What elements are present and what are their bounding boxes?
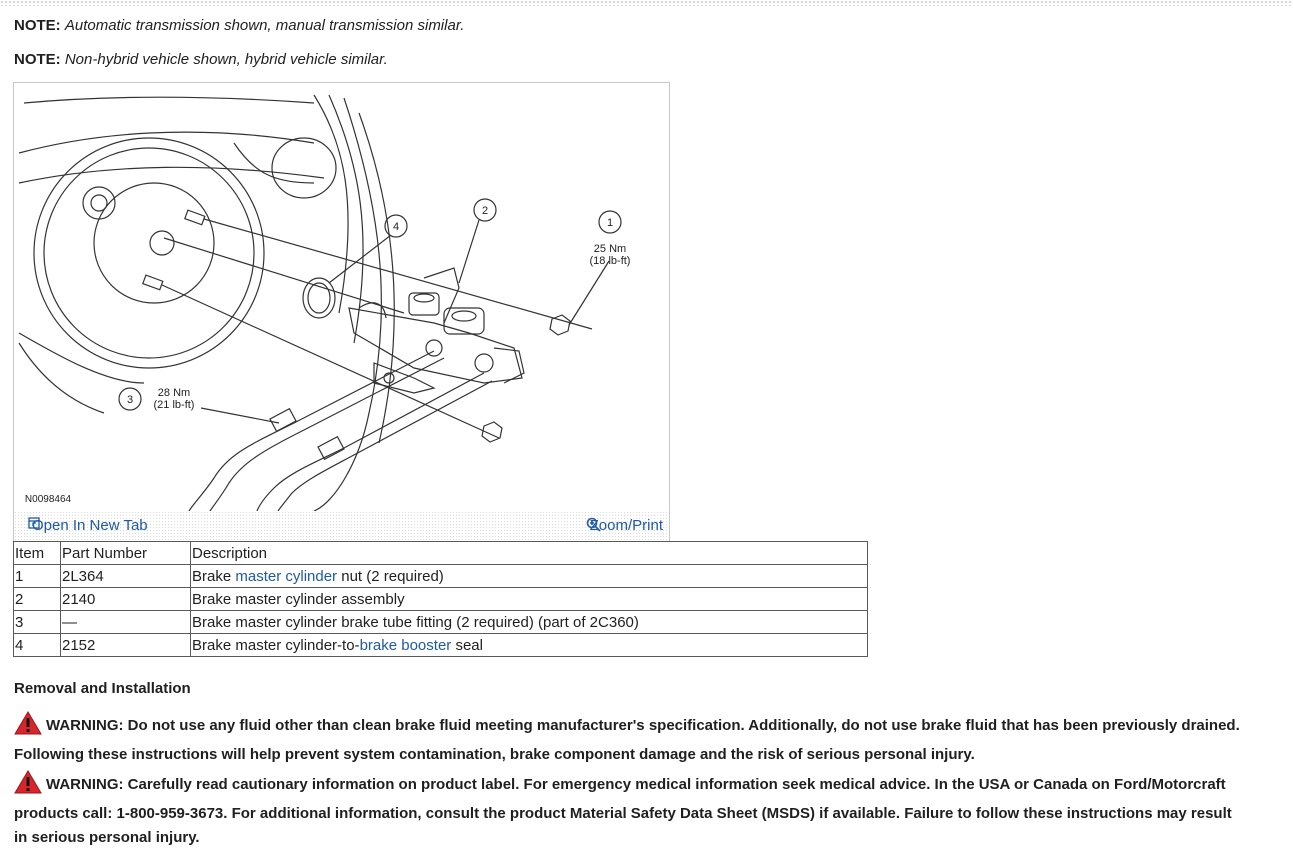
- description-text: Brake master cylinder assembly: [192, 590, 405, 608]
- torque-1-lbft: (18 lb-ft): [590, 255, 631, 267]
- brake-booster-link[interactable]: brake booster: [360, 637, 452, 654]
- item-cell: 3: [13, 610, 61, 634]
- item-cell: 2: [13, 587, 61, 611]
- note-text: Automatic transmission shown, manual tra…: [64, 17, 465, 34]
- callout-2: 2: [482, 205, 488, 217]
- warning-text: WARNING: Carefully read cautionary infor…: [14, 776, 1232, 846]
- torque-3-lbft: (21 lb-ft): [154, 399, 195, 411]
- note-label: NOTE:: [14, 51, 61, 68]
- warning-msds: WARNING: Carefully read cautionary infor…: [14, 770, 1244, 850]
- description-text: Brake master cylinder brake tube fitting…: [192, 613, 639, 631]
- zoom-print-link[interactable]: Zoom/Print: [586, 517, 663, 534]
- callout-4: 4: [393, 221, 399, 233]
- warning-triangle-icon: [14, 770, 42, 802]
- master-cylinder-illustration: 1 2 4 3 25 Nm (18 lb-ft) 28 Nm (21 lb-ft…: [13, 82, 670, 542]
- figure-id: N0098464: [25, 494, 72, 505]
- description-cell: Brake master cylinder-to-brake booster s…: [190, 633, 868, 657]
- description-cell: Brake master cylinder nut (2 required): [190, 564, 868, 588]
- exploded-view-drawing: 1 2 4 3 25 Nm (18 lb-ft) 28 Nm (21 lb-ft…: [18, 94, 631, 511]
- parts-table: Item Part Number Description 1 2L364 Bra…: [13, 541, 868, 657]
- warning-fluid: WARNING: Do not use any fluid other than…: [14, 711, 1244, 767]
- part-number-cell: —: [60, 610, 191, 634]
- note-label: NOTE:: [14, 17, 61, 34]
- item-cell: 1: [13, 564, 61, 588]
- figure-toolbar: Open In New Tab Zoom/Print: [14, 511, 669, 541]
- torque-3-nm: 28 Nm: [158, 387, 190, 399]
- table-header-row: Item Part Number Description: [13, 541, 868, 565]
- header-part-number: Part Number: [60, 541, 191, 565]
- note-transmission: NOTE: Automatic transmission shown, manu…: [14, 17, 464, 34]
- description-text: seal: [451, 636, 483, 654]
- zoom-print-label: Zoom/Print: [589, 517, 663, 534]
- description-text: Brake: [192, 567, 236, 585]
- note-text: Non-hybrid vehicle shown, hybrid vehicle…: [64, 51, 388, 68]
- section-heading: Removal and Installation: [14, 680, 191, 697]
- part-number-cell: 2140: [60, 587, 191, 611]
- description-cell: Brake master cylinder brake tube fitting…: [190, 610, 868, 634]
- master-cylinder-link[interactable]: master cylinder: [235, 568, 337, 585]
- warning-text: WARNING: Do not use any fluid other than…: [14, 717, 1240, 763]
- torque-1-nm: 25 Nm: [594, 243, 626, 255]
- open-in-new-tab-label: Open In New Tab: [32, 517, 148, 534]
- note-hybrid: NOTE: Non-hybrid vehicle shown, hybrid v…: [14, 51, 388, 68]
- header-item: Item: [13, 541, 61, 565]
- top-dotted-border: [0, 0, 1293, 6]
- table-row: 4 2152 Brake master cylinder-to-brake bo…: [13, 633, 868, 657]
- description-text: Brake master cylinder-to-: [192, 636, 360, 654]
- callout-3: 3: [127, 394, 133, 406]
- description-cell: Brake master cylinder assembly: [190, 587, 868, 611]
- description-text: nut (2 required): [337, 567, 444, 585]
- table-row: 2 2140 Brake master cylinder assembly: [13, 587, 868, 611]
- table-row: 1 2L364 Brake master cylinder nut (2 req…: [13, 564, 868, 588]
- callout-1: 1: [607, 217, 613, 229]
- open-in-new-tab-link[interactable]: Open In New Tab: [28, 517, 148, 534]
- item-cell: 4: [13, 633, 61, 657]
- table-row: 3 — Brake master cylinder brake tube fit…: [13, 610, 868, 634]
- part-number-cell: 2152: [60, 633, 191, 657]
- header-description: Description: [190, 541, 868, 565]
- part-number-cell: 2L364: [60, 564, 191, 588]
- warning-triangle-icon: [14, 711, 42, 743]
